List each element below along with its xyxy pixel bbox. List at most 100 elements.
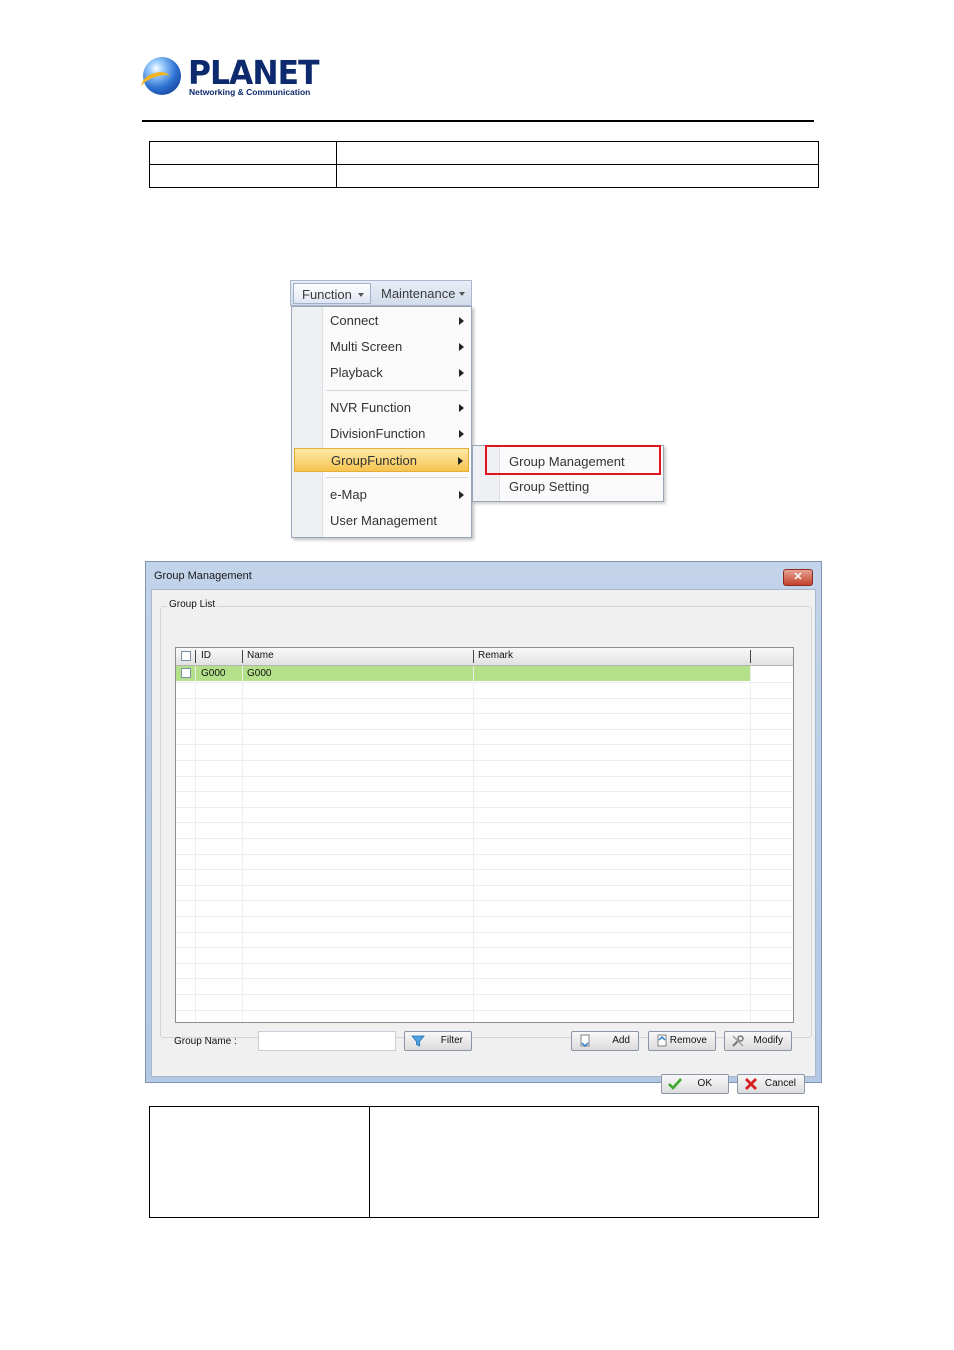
column-divider [242, 650, 243, 663]
header-rule [142, 120, 814, 122]
cross-icon [745, 1078, 757, 1090]
grid-row-line [176, 791, 793, 792]
ok-button[interactable]: OK [661, 1074, 729, 1094]
grid-row-line [176, 963, 793, 964]
row-checkbox[interactable] [181, 668, 191, 678]
menu-item-label: Playback [330, 365, 383, 380]
grid-row-line [176, 885, 793, 886]
menu-function-label: Function [302, 287, 352, 302]
group-name-label: Group Name : [174, 1036, 237, 1047]
top-table [149, 141, 819, 188]
filter-button[interactable]: Filter [404, 1031, 472, 1051]
menu-item-label: DivisionFunction [330, 426, 426, 441]
table-cell [336, 141, 819, 165]
column-header-remark[interactable]: Remark [478, 650, 513, 661]
menu-item-connect[interactable]: Connect [294, 309, 469, 333]
remove-button-label: Remove [669, 1035, 707, 1046]
group-management-dialog: Group Management ✕ Group List ID Name Re… [145, 561, 822, 1094]
chevron-right-icon [458, 457, 463, 465]
grid-column-line [750, 666, 751, 1022]
close-button[interactable]: ✕ [783, 569, 813, 586]
chevron-right-icon [459, 430, 464, 438]
grid-row-line [176, 869, 793, 870]
grid-row-line [176, 729, 793, 730]
menu-item-label: Multi Screen [330, 339, 403, 354]
table-cell [149, 164, 337, 188]
chevron-down-icon [358, 293, 364, 297]
table-cell [149, 1106, 370, 1218]
grid-row-line [176, 994, 793, 995]
grid-row-line [176, 682, 793, 683]
menu-function[interactable]: Function [293, 283, 371, 304]
modify-button[interactable]: Modify [724, 1031, 792, 1051]
grid-row-line [176, 822, 793, 823]
ok-button-label: OK [697, 1078, 712, 1089]
grid-row-line [176, 744, 793, 745]
menu-separator [326, 390, 468, 391]
table-row[interactable]: G000 G000 [176, 666, 751, 681]
group-list-label: Group List [167, 599, 218, 610]
grid-row-line [176, 978, 793, 979]
chevron-right-icon [459, 369, 464, 377]
grid-row-line [176, 760, 793, 761]
menu-item-user-management[interactable]: User Management [294, 509, 469, 533]
remove-document-icon [657, 1034, 667, 1047]
submenu-item-group-setting[interactable]: Group Setting [473, 474, 663, 500]
grid-row-line [176, 947, 793, 948]
menu-item-group-function[interactable]: GroupFunction [294, 448, 469, 472]
planet-logo: PLANET Networking & Communication [138, 53, 320, 100]
check-icon [668, 1078, 682, 1090]
grid-row-line [176, 932, 793, 933]
table-cell [149, 141, 337, 165]
grid-row-line [176, 916, 793, 917]
grid-row-line [176, 776, 793, 777]
table-cell [369, 1106, 819, 1218]
menu-maintenance-label: Maintenance [381, 286, 456, 301]
chevron-right-icon [459, 491, 464, 499]
select-all-checkbox[interactable] [181, 651, 191, 661]
close-icon: ✕ [793, 571, 803, 583]
grid-row-line [176, 807, 793, 808]
menu-item-label: e-Map [330, 487, 367, 502]
menu-item-multi-screen[interactable]: Multi Screen [294, 335, 469, 359]
filter-icon [411, 1035, 425, 1047]
chevron-right-icon [459, 343, 464, 351]
menu-item-nvr-function[interactable]: NVR Function [294, 396, 469, 420]
column-divider [473, 650, 474, 663]
cancel-button-label: Cancel [764, 1078, 796, 1089]
menu-item-division-function[interactable]: DivisionFunction [294, 422, 469, 446]
chevron-right-icon [459, 317, 464, 325]
menu-item-label: NVR Function [330, 400, 411, 415]
column-divider [750, 650, 751, 663]
add-button[interactable]: Add [571, 1031, 639, 1051]
menu-screenshot: Function Maintenance Connect Multi Scree… [290, 280, 666, 540]
remove-button[interactable]: Remove [648, 1031, 716, 1051]
menu-item-playback[interactable]: Playback [294, 361, 469, 385]
grid-row-line [176, 854, 793, 855]
add-button-label: Add [612, 1035, 630, 1046]
menu-item-label: User Management [330, 513, 437, 528]
bottom-table [149, 1106, 819, 1218]
grid-header: ID Name Remark [176, 648, 793, 666]
menu-item-e-map[interactable]: e-Map [294, 483, 469, 507]
column-divider [195, 650, 196, 663]
group-grid: ID Name Remark G000 G000 [175, 647, 794, 1023]
group-name-input[interactable] [258, 1031, 396, 1051]
menubar: Function Maintenance [290, 280, 472, 306]
column-header-id[interactable]: ID [201, 650, 211, 661]
row-name: G000 [247, 668, 272, 679]
menu-maintenance[interactable]: Maintenance [373, 283, 471, 304]
tools-icon [732, 1035, 744, 1047]
column-header-name[interactable]: Name [247, 650, 274, 661]
grid-row-line [176, 838, 793, 839]
grid-row-line [176, 713, 793, 714]
grid-row-line [176, 698, 793, 699]
filter-button-label: Filter [440, 1035, 463, 1046]
cancel-button[interactable]: Cancel [737, 1074, 805, 1094]
grid-column-line [242, 666, 243, 1022]
logo-tagline: Networking & Communication [189, 87, 311, 97]
grid-row-line [176, 1010, 793, 1011]
function-dropdown: Connect Multi Screen Playback NVR Functi… [291, 306, 472, 538]
dialog-body: Group List ID Name Remark G000 G000 Grou… [151, 589, 816, 1094]
dialog-title: Group Management [154, 570, 252, 582]
